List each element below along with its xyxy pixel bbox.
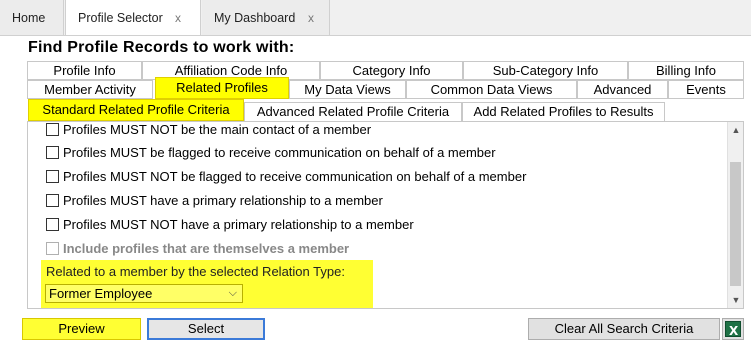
subtab-advanced-related-profile-criteria[interactable]: Advanced Related Profile Criteria — [244, 102, 462, 122]
tab-home-label: Home — [12, 11, 46, 25]
checkbox[interactable] — [46, 169, 59, 183]
clear-all-search-criteria-button[interactable]: Clear All Search Criteria — [528, 318, 720, 340]
checkbox[interactable] — [46, 193, 59, 207]
checkbox[interactable] — [46, 145, 59, 159]
criteria-panel: Profiles MUST NOT be the main contact of… — [27, 121, 744, 309]
document-tab-bar: Home Profile Selector x My Dashboard x — [0, 0, 751, 36]
tab-my-dashboard-label: My Dashboard — [214, 11, 296, 25]
preview-button[interactable]: Preview — [22, 318, 141, 340]
vertical-scrollbar[interactable]: ▲ ▼ — [727, 122, 743, 308]
close-icon[interactable]: x — [175, 0, 181, 36]
option-primary-relationship[interactable]: Profiles MUST have a primary relationshi… — [46, 191, 383, 209]
option-label: Include profiles that are themselves a m… — [63, 240, 350, 256]
option-label: Profiles MUST be flagged to receive comm… — [63, 144, 496, 160]
option-not-main-contact[interactable]: Profiles MUST NOT be the main contact of… — [46, 121, 372, 138]
page-title: Find Profile Records to work with: — [28, 39, 295, 56]
option-label: Profiles MUST NOT have a primary relatio… — [63, 216, 414, 232]
tab-advanced[interactable]: Advanced — [577, 80, 668, 99]
tab-home[interactable]: Home — [0, 0, 64, 36]
tab-related-profiles[interactable]: Related Profiles — [155, 77, 289, 99]
tab-events[interactable]: Events — [668, 80, 744, 99]
tab-profile-info[interactable]: Profile Info — [27, 61, 142, 80]
tab-profile-selector-label: Profile Selector — [78, 11, 163, 25]
relation-type-label: Related to a member by the selected Rela… — [46, 264, 345, 279]
subtab-add-related-profiles-to-results[interactable]: Add Related Profiles to Results — [462, 102, 665, 122]
scroll-down-icon[interactable]: ▼ — [728, 292, 743, 308]
tab-profile-selector[interactable]: Profile Selector x — [65, 0, 201, 36]
tab-billing-info[interactable]: Billing Info — [628, 61, 744, 80]
option-not-primary-relationship[interactable]: Profiles MUST NOT have a primary relatio… — [46, 215, 414, 233]
tab-member-activity[interactable]: Member Activity — [27, 80, 153, 99]
relation-type-value: Former Employee — [49, 286, 153, 301]
relation-type-group: Related to a member by the selected Rela… — [41, 260, 373, 308]
option-not-flagged-communication[interactable]: Profiles MUST NOT be flagged to receive … — [46, 167, 526, 185]
checkbox — [46, 241, 59, 255]
tab-sub-category-info[interactable]: Sub-Category Info — [463, 61, 628, 80]
checkbox[interactable] — [46, 217, 59, 231]
select-button[interactable]: Select — [147, 318, 265, 340]
tab-my-data-views[interactable]: My Data Views — [289, 80, 406, 99]
chevron-down-icon[interactable]: ⌵ — [229, 285, 237, 302]
option-label: Profiles MUST NOT be flagged to receive … — [63, 168, 527, 184]
scroll-up-icon[interactable]: ▲ — [728, 122, 743, 138]
option-include-members: Include profiles that are themselves a m… — [46, 239, 349, 257]
tab-category-info[interactable]: Category Info — [320, 61, 463, 80]
tab-common-data-views[interactable]: Common Data Views — [406, 80, 577, 99]
option-label: Profiles MUST NOT be the main contact of… — [63, 121, 372, 137]
option-flagged-communication[interactable]: Profiles MUST be flagged to receive comm… — [46, 143, 496, 161]
option-label: Profiles MUST have a primary relationshi… — [63, 192, 383, 208]
tab-my-dashboard[interactable]: My Dashboard x — [202, 0, 330, 36]
excel-export-icon — [725, 321, 741, 341]
subtab-standard-related-profile-criteria[interactable]: Standard Related Profile Criteria — [28, 99, 244, 121]
relation-type-select[interactable]: Former Employee ⌵ — [45, 284, 243, 303]
scroll-thumb[interactable] — [730, 162, 741, 286]
close-icon[interactable]: x — [308, 0, 314, 36]
checkbox[interactable] — [46, 122, 59, 136]
excel-export-button[interactable] — [722, 318, 744, 341]
tab-bar-divider — [0, 35, 751, 36]
